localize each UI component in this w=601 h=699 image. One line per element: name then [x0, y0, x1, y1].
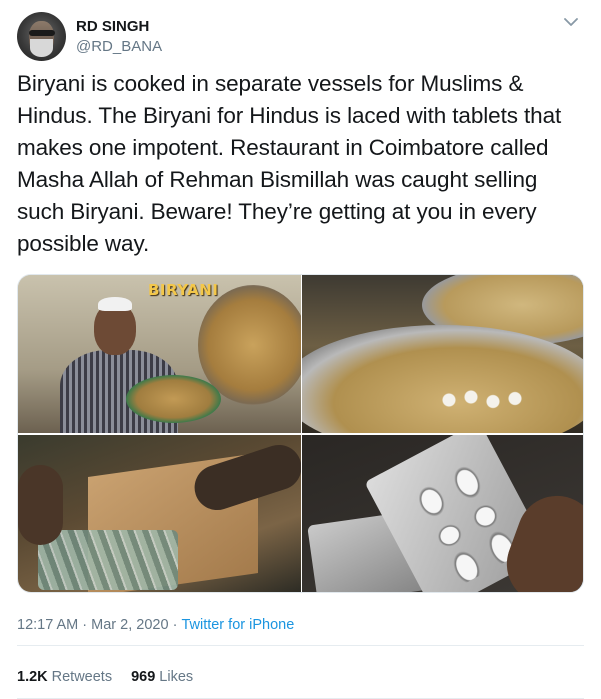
display-name[interactable]: RD SINGH — [76, 17, 162, 37]
likes-stat[interactable]: 969 Likes — [131, 667, 193, 687]
tweet-stats: 1.2K Retweets 969 Likes — [17, 667, 212, 687]
tweet-text: Biryani is cooked in separate vessels fo… — [17, 71, 562, 256]
meta-separator: · — [78, 617, 92, 633]
retweets-count: 1.2K — [17, 669, 48, 685]
tweet-date[interactable]: Mar 2, 2020 — [91, 615, 168, 635]
likes-label: Likes — [159, 669, 194, 685]
tweet-source-link[interactable]: Twitter for iPhone — [181, 615, 294, 635]
photo-pans-eggs[interactable] — [302, 275, 583, 433]
man-cap — [98, 297, 132, 311]
white-eggs — [427, 385, 537, 415]
user-handle[interactable]: @RD_BANA — [76, 37, 162, 56]
meta-separator: · — [168, 617, 182, 633]
retweets-stat[interactable]: 1.2K Retweets — [17, 667, 112, 687]
retweets-label: Retweets — [51, 669, 113, 685]
photo-pill-strips[interactable] — [302, 435, 583, 592]
image-caption-label: BIRYANI — [148, 281, 219, 299]
tweet-header: RD SINGH @RD_BANA — [17, 9, 584, 63]
photo-biryani-man[interactable]: BIRYANI — [18, 275, 301, 433]
likes-count: 969 — [131, 669, 156, 685]
cooking-pan — [302, 325, 583, 433]
media-grid: BIRYANI — [17, 274, 584, 593]
tweet-meta: 12:17 AM · Mar 2, 2020 · Twitter for iPh… — [17, 615, 294, 635]
pill-strips — [38, 530, 178, 590]
divider — [17, 645, 584, 646]
hand — [18, 465, 63, 545]
user-names[interactable]: RD SINGH @RD_BANA — [76, 17, 162, 56]
photo-box-strips[interactable] — [18, 435, 301, 592]
avatar-glasses — [29, 29, 55, 36]
tweet-card: RD SINGH @RD_BANA Biryani is cooked in s… — [0, 0, 601, 699]
chevron-down-icon[interactable] — [562, 13, 580, 31]
biryani-plate — [126, 375, 221, 423]
avatar[interactable] — [17, 11, 66, 61]
avatar-beard — [30, 38, 53, 57]
tweet-time[interactable]: 12:17 AM — [17, 615, 78, 635]
